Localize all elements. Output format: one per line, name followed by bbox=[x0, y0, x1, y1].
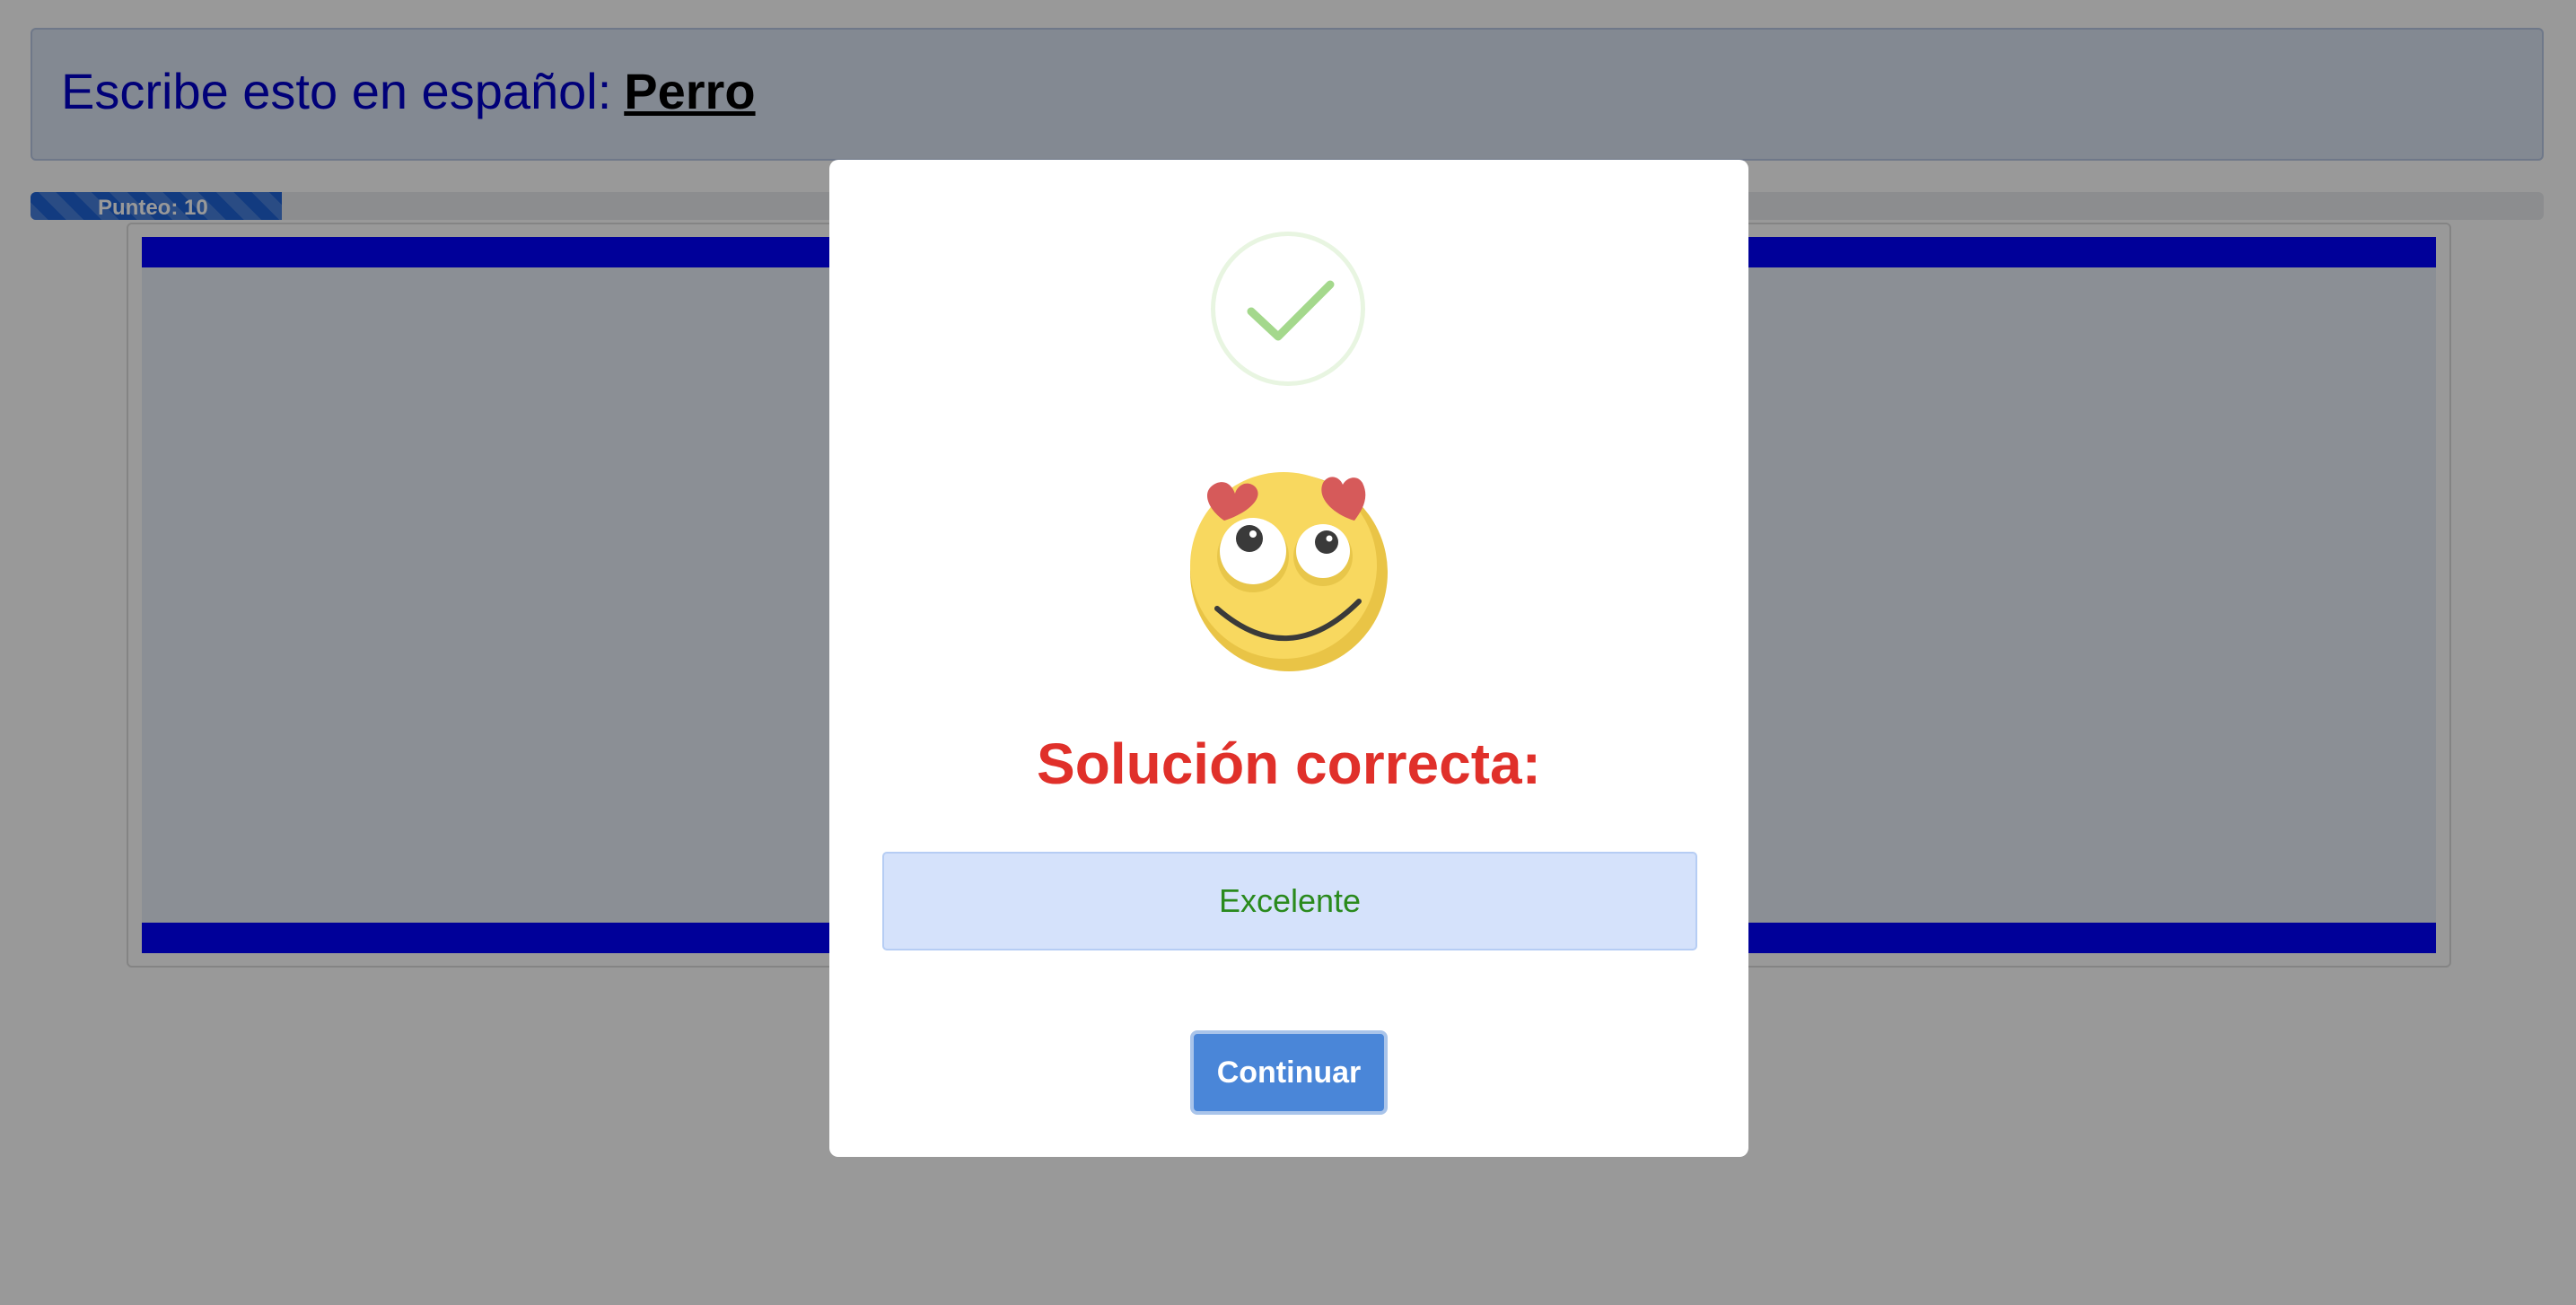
result-modal: Solución correcta: Excelente Continuar bbox=[829, 160, 1748, 1157]
solution-box: Excelente bbox=[882, 852, 1697, 950]
modal-title: Solución correcta: bbox=[1037, 731, 1541, 796]
page: Escribe esto en español: Perro Punteo: 10 bbox=[0, 0, 2576, 1305]
continue-button[interactable]: Continuar bbox=[1190, 1030, 1388, 1115]
heart-eyes-emoji-icon bbox=[1190, 472, 1388, 671]
solution-text: Excelente bbox=[1218, 882, 1362, 919]
checkmark-icon bbox=[1211, 232, 1365, 386]
